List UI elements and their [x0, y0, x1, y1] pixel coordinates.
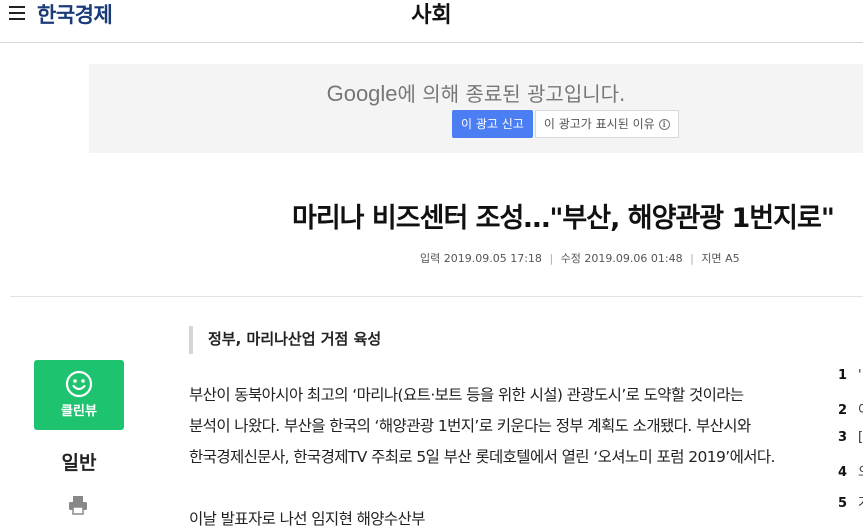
- info-icon: i: [658, 119, 670, 130]
- hamburger-menu-icon[interactable]: [9, 6, 25, 20]
- ranking-item[interactable]: 4오: [838, 461, 863, 492]
- rank-title: [(: [858, 430, 863, 445]
- ranking-item[interactable]: 3 [(: [838, 430, 863, 461]
- article-headline: 마리나 비즈센터 조성…"부산, 해양관광 1번지로": [292, 203, 835, 234]
- why-this-ad-button[interactable]: 이 광고가 표시된 이유 i: [534, 110, 679, 138]
- article-meta: 입력 2019.09.05 17:18 | 수정 2019.09.06 01:4…: [420, 250, 740, 266]
- section-title[interactable]: 사회: [411, 3, 451, 28]
- paragraph-line: 한국경제신문사, 한국경제TV 주최로 5일 부산 롯데호텔에서 열린 ‘오셔노…: [189, 448, 775, 466]
- cleanview-button[interactable]: 클린뷰: [34, 360, 124, 430]
- rank-number: 5: [838, 496, 848, 511]
- modified-label: 수정: [560, 252, 581, 265]
- category-label: 일반: [61, 452, 97, 474]
- site-logo[interactable]: 한국경제: [37, 0, 113, 29]
- section-title-wrap: 사회: [0, 0, 863, 29]
- meta-separator: |: [549, 252, 554, 265]
- rank-title: ': [858, 368, 862, 383]
- paragraph-line: 부산이 동북아시아 최고의 ‘마리나(요트·보트 등을 위한 시설) 관광도시’…: [189, 386, 744, 404]
- meta-separator: |: [690, 252, 694, 265]
- article-subhead: 정부, 마리나산업 거점 육성: [189, 326, 381, 354]
- article-body: 부산이 동북아시아 최고의 ‘마리나(요트·보트 등을 위한 시설) 관광도시’…: [189, 380, 809, 528]
- ranking-item[interactable]: 5가: [838, 492, 863, 523]
- divider: [10, 296, 863, 297]
- print-icon[interactable]: [67, 494, 89, 516]
- modified-time: 2019.09.06 01:48: [584, 252, 683, 265]
- ranking-item[interactable]: 2이: [838, 399, 863, 430]
- page-label: 지면: [701, 252, 722, 265]
- page-number: A5: [725, 252, 740, 265]
- rank-title: 오: [858, 465, 863, 480]
- rank-number: 3: [838, 430, 848, 445]
- google-brand: Google: [326, 81, 398, 106]
- ad-message: 에 의해 종료된 광고입니다.: [397, 82, 626, 106]
- input-label: 입력: [420, 252, 441, 265]
- rank-number: 1: [838, 368, 848, 383]
- report-ad-button[interactable]: 이 광고 신고: [452, 110, 533, 138]
- input-time: 2019.09.05 17:18: [443, 252, 542, 265]
- why-this-ad-label: 이 광고가 표시된 이유: [543, 117, 655, 131]
- cleanview-label: 클린뷰: [61, 404, 97, 419]
- paragraph-line: 분석이 나왔다. 부산을 한국의 ‘해양관광 1번지’로 키운다는 정부 계획도…: [189, 417, 751, 435]
- ad-buttons: 이 광고 신고 이 광고가 표시된 이유 i: [452, 110, 679, 138]
- smile-icon: [65, 370, 93, 398]
- paragraph-line: 이날 발표자로 나선 임지현 해양수산부: [189, 510, 425, 528]
- rank-number: 2: [838, 403, 848, 418]
- top-bar: 한국경제 사회: [0, 0, 863, 43]
- ranking-item[interactable]: 1 ': [838, 368, 863, 399]
- rank-title: 가: [858, 496, 863, 511]
- rank-title: 이: [858, 403, 863, 418]
- rank-number: 4: [838, 465, 848, 480]
- ad-container: Google에 의해 종료된 광고입니다. 이 광고 신고 이 광고가 표시된 …: [89, 64, 863, 153]
- popular-news-list: 1' 2이 3[( 4오 5가: [838, 368, 863, 523]
- ad-closed-message: Google에 의해 종료된 광고입니다.: [89, 78, 863, 107]
